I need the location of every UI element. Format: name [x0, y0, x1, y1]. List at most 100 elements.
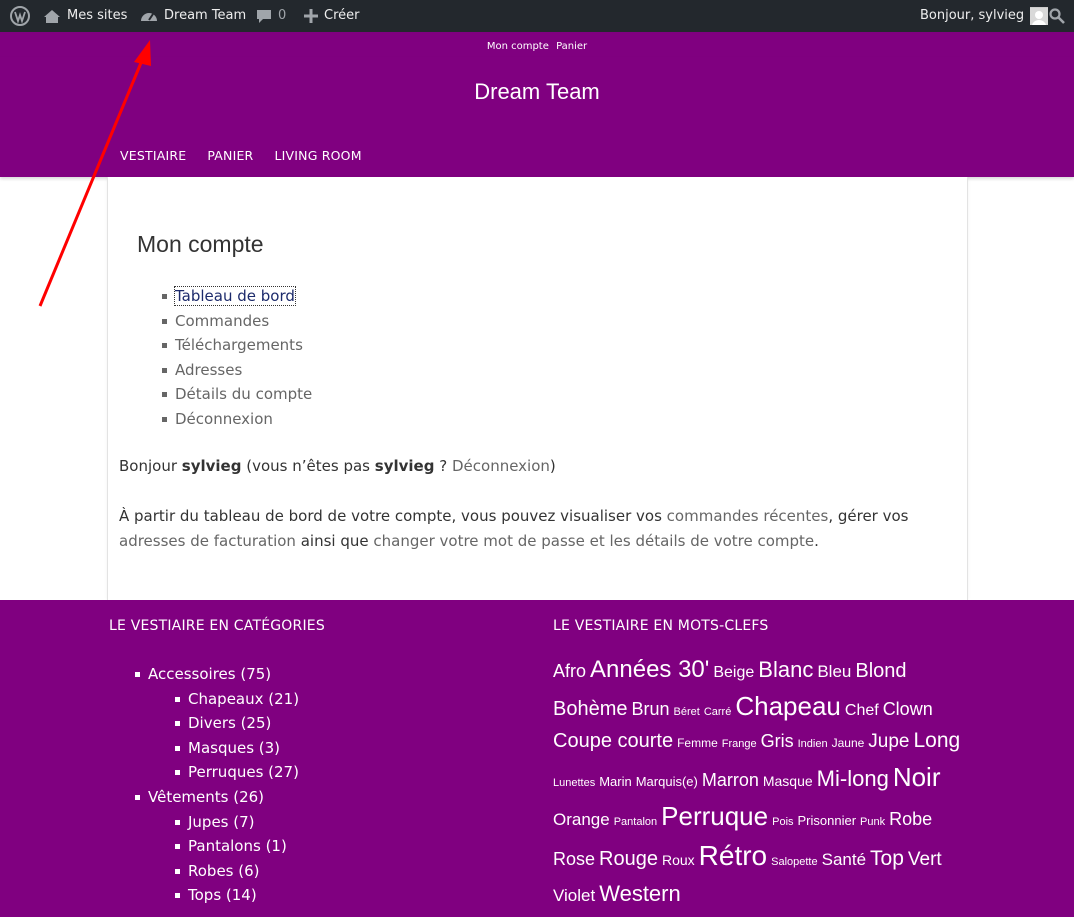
tag-link[interactable]: Orange: [553, 810, 610, 829]
main-content: Mon compte Tableau de bord Commandes Tél…: [107, 177, 968, 600]
tag-link[interactable]: Brun: [632, 699, 670, 719]
account-nav-account-details[interactable]: Détails du compte: [162, 382, 312, 407]
search-icon[interactable]: [1049, 0, 1065, 32]
top-link-my-account[interactable]: Mon compte: [487, 41, 549, 52]
category-item[interactable]: Robes (6): [175, 859, 299, 884]
site-footer: LE VESTIAIRE EN CATÉGORIES LE VESTIAIRE …: [0, 600, 1074, 917]
tag-link[interactable]: Rétro: [699, 840, 767, 871]
tag-link[interactable]: Bohème: [553, 698, 628, 720]
nav-item-living-room[interactable]: LIVING ROOM: [274, 148, 361, 163]
nav-item-panier[interactable]: PANIER: [207, 148, 253, 163]
tag-cloud-row: Lunettes Marin Marquis(e) Marron Masque Mi-lo…: [553, 758, 973, 796]
tag-cloud-row: Orange Pantalon Perruque Pois Prisonnier Punk…: [553, 796, 973, 836]
tag-link[interactable]: Vert: [908, 849, 942, 870]
admin-bar: Mes sites Dream Team 0 Créer Bonjour, sy…: [0, 0, 1074, 32]
tag-cloud: Afro Années 30' Beige Blanc Bleu Blond Bohème B…: [553, 652, 973, 912]
account-nav-orders[interactable]: Commandes: [162, 309, 312, 334]
tag-link[interactable]: Blanc: [758, 657, 813, 682]
greeting-label: Bonjour, sylvieg: [920, 8, 1025, 23]
tag-link[interactable]: Coupe courte: [553, 730, 673, 752]
tag-link[interactable]: Robe: [889, 809, 932, 829]
tag-link[interactable]: Carré: [704, 706, 732, 718]
tag-link[interactable]: Rouge: [599, 848, 658, 870]
wordpress-logo-icon[interactable]: [10, 0, 30, 32]
new-content-menu[interactable]: Créer: [304, 0, 359, 32]
tag-link[interactable]: Marquis(e): [636, 774, 698, 789]
tag-link[interactable]: Femme: [677, 736, 718, 750]
tag-link[interactable]: Roux: [662, 852, 695, 868]
category-list: Accessoires (75) Chapeaux (21) Divers (2…: [135, 662, 299, 908]
category-item[interactable]: Masques (3): [175, 736, 299, 761]
tag-link[interactable]: Western: [599, 881, 681, 906]
account-nav-logout[interactable]: Déconnexion: [162, 407, 312, 432]
account-navigation: Tableau de bord Commandes Téléchargement…: [162, 284, 312, 432]
tag-link[interactable]: Prisonnier: [798, 813, 857, 828]
tag-link[interactable]: Lunettes: [553, 777, 595, 789]
tag-link[interactable]: Frange: [722, 738, 757, 750]
account-greeting: Bonjour sylvieg (vous n’êtes pas sylvieg…: [119, 457, 556, 475]
main-navigation: VESTIAIRE PANIER LIVING ROOM: [120, 148, 383, 163]
category-item[interactable]: Chapeaux (21): [175, 687, 299, 712]
tag-link[interactable]: Bleu: [817, 662, 851, 681]
category-item[interactable]: Pantalons (1): [175, 834, 299, 859]
tag-link[interactable]: Indien: [798, 738, 828, 750]
tag-cloud-row: Coupe courte Femme Frange Gris Indien Jaune Ju…: [553, 724, 973, 758]
tag-link[interactable]: Perruque: [661, 801, 768, 831]
top-link-cart[interactable]: Panier: [556, 41, 587, 52]
tag-link[interactable]: Pois: [772, 816, 793, 828]
tag-link[interactable]: Beige: [713, 664, 754, 681]
tag-link[interactable]: Long: [914, 729, 961, 752]
tag-link[interactable]: Salopette: [771, 856, 817, 868]
plus-icon: [304, 9, 318, 23]
tag-link[interactable]: Marin: [599, 774, 632, 789]
tag-link[interactable]: Mi-long: [817, 766, 889, 791]
site-header: Dream Team VESTIAIRE PANIER LIVING ROOM: [0, 57, 1074, 177]
billing-addresses-link[interactable]: adresses de facturation: [119, 532, 296, 550]
my-account-menu[interactable]: Bonjour, sylvieg: [920, 0, 1049, 32]
site-title[interactable]: Dream Team: [0, 79, 1074, 105]
account-nav-dashboard[interactable]: Tableau de bord: [162, 284, 312, 309]
avatar: [1030, 7, 1049, 25]
tag-link[interactable]: Clown: [883, 699, 933, 719]
dashboard-intro: À partir du tableau de bord de votre com…: [119, 507, 909, 550]
category-item[interactable]: Vêtements (26) Jupes (7) Pantalons (1) R…: [135, 785, 299, 908]
tag-link[interactable]: Blond: [855, 660, 906, 682]
account-details-link[interactable]: changer votre mot de passe et les détail…: [373, 532, 814, 550]
tag-link[interactable]: Violet: [553, 886, 595, 905]
recent-orders-link[interactable]: commandes récentes: [667, 507, 829, 525]
tag-link[interactable]: Années 30': [590, 656, 709, 683]
category-item[interactable]: Jupes (7): [175, 810, 299, 835]
category-item[interactable]: Tops (14): [175, 883, 299, 908]
comments-menu[interactable]: 0: [256, 0, 286, 32]
site-name-menu[interactable]: Dream Team: [140, 0, 246, 32]
account-nav-downloads[interactable]: Téléchargements: [162, 333, 312, 358]
account-nav-addresses[interactable]: Adresses: [162, 358, 312, 383]
sites-icon: [43, 8, 61, 24]
tag-link[interactable]: Marron: [702, 770, 759, 790]
tag-link[interactable]: Gris: [761, 731, 794, 751]
tag-cloud-row: Afro Années 30' Beige Blanc Bleu Blond: [553, 652, 973, 688]
logout-link[interactable]: Déconnexion: [452, 457, 550, 475]
tag-link[interactable]: Masque: [763, 773, 813, 789]
tag-link[interactable]: Pantalon: [614, 816, 657, 828]
tag-link[interactable]: Afro: [553, 661, 586, 681]
tag-link[interactable]: Chef: [845, 702, 879, 719]
category-item[interactable]: Perruques (27): [175, 760, 299, 785]
tag-link[interactable]: Jaune: [832, 736, 865, 750]
my-sites-menu[interactable]: Mes sites: [43, 0, 127, 32]
tag-link[interactable]: Rose: [553, 849, 595, 869]
tag-link[interactable]: Top: [870, 847, 904, 870]
tag-link[interactable]: Jupe: [868, 731, 909, 752]
nav-item-vestiaire[interactable]: VESTIAIRE: [120, 148, 186, 163]
tag-link[interactable]: Santé: [822, 850, 866, 869]
tag-link[interactable]: Béret: [674, 706, 700, 718]
tag-link[interactable]: Noir: [893, 762, 941, 792]
tag-cloud-row: Violet Western: [553, 876, 973, 912]
tag-link[interactable]: Chapeau: [735, 691, 841, 721]
tags-heading: LE VESTIAIRE EN MOTS-CLEFS: [553, 618, 769, 634]
tag-link[interactable]: Punk: [860, 816, 885, 828]
new-content-label: Créer: [324, 8, 360, 23]
categories-heading: LE VESTIAIRE EN CATÉGORIES: [109, 618, 325, 634]
category-item[interactable]: Accessoires (75) Chapeaux (21) Divers (2…: [135, 662, 299, 785]
category-item[interactable]: Divers (25): [175, 711, 299, 736]
